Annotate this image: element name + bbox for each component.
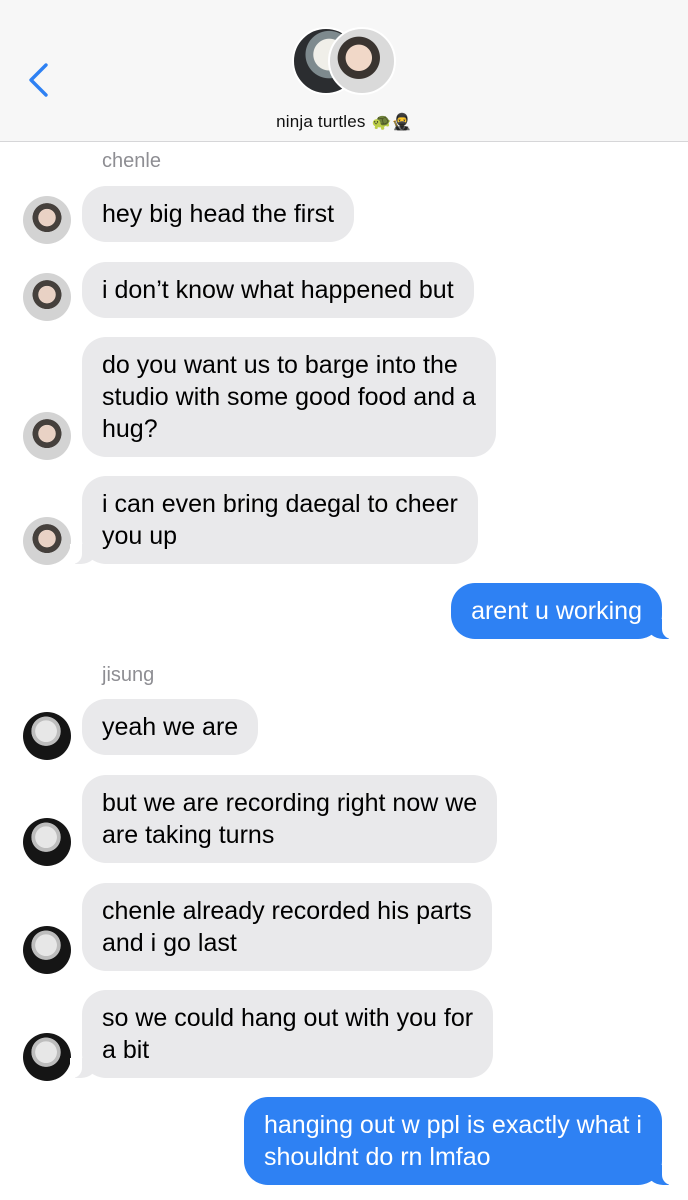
message-text-line: hanging out w ppl is exactly what i <box>264 1111 642 1139</box>
group-title[interactable]: ninja turtles 🐢🥷 <box>0 112 688 132</box>
sender-name: chenle <box>102 150 161 172</box>
message-text-line: hug? <box>102 415 158 443</box>
avatar <box>23 412 71 460</box>
avatar <box>23 273 71 321</box>
avatar <box>23 517 71 565</box>
sender-name: jisung <box>102 664 155 686</box>
message-text-line: you up <box>102 522 178 550</box>
avatar <box>23 818 71 866</box>
message-text-line: are taking turns <box>102 821 275 849</box>
message-bubble[interactable]: yeah we are <box>82 699 259 755</box>
message-text: hey big head the first <box>102 200 335 228</box>
message-bubble[interactable]: i don’t know what happened but <box>82 262 474 318</box>
avatar <box>23 1033 71 1081</box>
message-bubble[interactable]: hey big head the first <box>82 186 355 242</box>
message-text: i don’t know what happened but <box>102 276 454 304</box>
message-text-line: chenle already recorded his parts <box>102 897 472 925</box>
message-text-line: do you want us to barge into the <box>102 351 458 379</box>
message-text: arent u working <box>471 597 642 625</box>
group-avatar[interactable] <box>292 27 396 95</box>
message-text-line: but we are recording right now we <box>102 789 478 817</box>
turtle-ninja-emoji: 🐢🥷 <box>371 112 412 131</box>
message-bubble-outgoing[interactable]: arent u working <box>451 583 674 639</box>
message-bubble[interactable]: i can even bring daegal to cheer you up <box>70 476 478 564</box>
chevron-left-icon <box>29 63 48 97</box>
message-text-line: and i go last <box>102 929 237 957</box>
message-bubble[interactable]: chenle already recorded his parts and i … <box>82 883 492 971</box>
message-bubble[interactable]: so we could hang out with you for a bit <box>69 990 494 1078</box>
message-bubble[interactable]: but we are recording right now we are ta… <box>82 775 498 863</box>
avatar <box>23 196 71 244</box>
message-text: yeah we are <box>102 713 239 741</box>
message-text-line: a bit <box>102 1036 150 1064</box>
message-text-line: so we could hang out with you for <box>102 1004 474 1032</box>
chat-header: ninja turtles 🐢🥷 <box>0 0 688 142</box>
message-text-line: studio with some good food and a <box>102 383 476 411</box>
message-bubble[interactable]: do you want us to barge into the studio … <box>82 337 496 457</box>
message-text-line: i can even bring daegal to cheer <box>102 490 458 518</box>
back-button[interactable] <box>26 62 54 98</box>
group-name-label: ninja turtles <box>276 112 366 131</box>
member-avatar <box>328 27 396 95</box>
message-text-line: shouldnt do rn lmfao <box>264 1143 491 1171</box>
avatar <box>23 926 71 974</box>
avatar <box>23 712 71 760</box>
message-bubble-outgoing[interactable]: hanging out w ppl is exactly what i shou… <box>244 1097 674 1185</box>
